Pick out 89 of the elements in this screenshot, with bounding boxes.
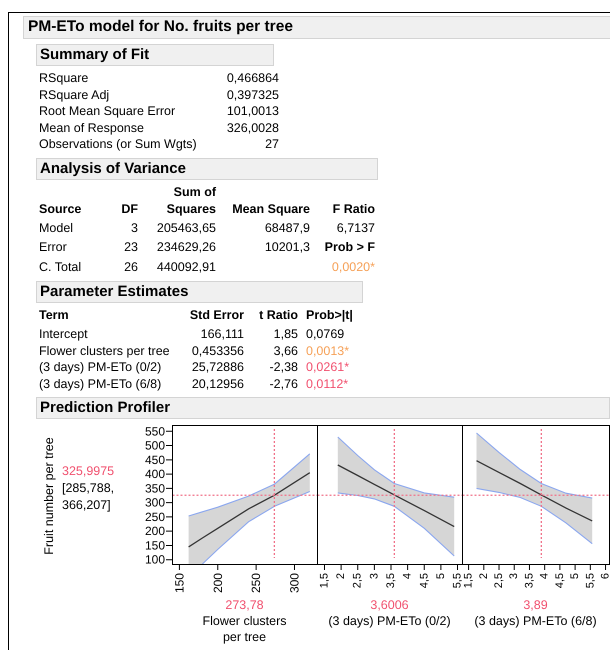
axis-tick-label: 4,5 bbox=[418, 573, 430, 589]
table-cell-text: 20,12956 bbox=[190, 376, 244, 392]
axis-tick-label: 100 bbox=[144, 553, 165, 568]
stat-value: 27 bbox=[264, 136, 279, 153]
table-cell-text: 10201,3 bbox=[264, 239, 310, 256]
p-value: 0,0013* bbox=[305, 342, 350, 360]
axis-tick-label: 200 bbox=[210, 573, 225, 594]
response-label: Fruit number per tree bbox=[42, 438, 56, 556]
table-cell-text: 3 bbox=[130, 220, 138, 237]
table-cell-text: 25,72886 bbox=[190, 359, 244, 376]
axis-tick-label: 5 bbox=[434, 573, 447, 580]
term-label: Intercept bbox=[39, 326, 89, 343]
column-header: Prob > F bbox=[324, 239, 375, 256]
p-value: 0,0769 bbox=[305, 326, 346, 343]
axis-tick-label: 4 bbox=[538, 573, 551, 580]
column-header: Std Error bbox=[189, 307, 244, 324]
axis-tick-label: 5 bbox=[569, 573, 582, 580]
axis-tick-label: 300 bbox=[287, 573, 302, 594]
column-header: Sum of Squares bbox=[138, 184, 216, 218]
stat-label: RSquare bbox=[39, 70, 90, 87]
table-cell-text: 6,7137 bbox=[336, 220, 375, 237]
axis-tick-label: 4 bbox=[402, 573, 414, 580]
axis-tick-label: 150 bbox=[172, 573, 186, 594]
table-cell-text: C. Total bbox=[39, 258, 82, 276]
table-cell-text: 26 bbox=[123, 258, 138, 276]
term-label: Flower clusters per tree bbox=[39, 342, 171, 360]
column-header: t Ratio bbox=[244, 307, 298, 326]
response-value: 325,9975 bbox=[62, 463, 114, 480]
table-cell-text: 234629,26 bbox=[156, 239, 216, 256]
axis-tick-label: 550 bbox=[144, 424, 165, 439]
stat-value: 326,0028 bbox=[226, 120, 279, 136]
table-cell-text: -2,76 bbox=[268, 376, 298, 392]
axis-tick-label: 3,5 bbox=[385, 573, 397, 589]
axis-tick-label: 1,5 bbox=[318, 573, 330, 589]
axis-tick-label: 400 bbox=[144, 468, 165, 482]
axis-tick-label: 300 bbox=[144, 496, 165, 510]
confidence-interval: [285,788, bbox=[62, 480, 114, 498]
axis-tick-label: 2,5 bbox=[493, 573, 506, 589]
table-cell-text: Error bbox=[39, 239, 68, 256]
p-value: 0,0020* bbox=[330, 258, 375, 276]
stat-value: 0,466864 bbox=[226, 70, 279, 87]
column-header: Prob>|t| bbox=[305, 307, 354, 324]
axis-tick-label: 150 bbox=[144, 538, 165, 553]
stat-value: 101,0013 bbox=[226, 103, 279, 120]
table-cell-text: -2,38 bbox=[268, 359, 298, 376]
p-value: 0,0261* bbox=[305, 359, 350, 376]
stat-label: RSquare Adj bbox=[39, 86, 110, 104]
axis-tick-label: 5,5 bbox=[584, 573, 596, 589]
factor-label: (3 days) PM-ETo (0/2) bbox=[327, 613, 452, 630]
column-header: F Ratio bbox=[332, 200, 375, 218]
column-header: Source bbox=[39, 200, 82, 218]
axis-tick-label: 350 bbox=[144, 482, 165, 496]
table-cell-text: 3,66 bbox=[272, 342, 298, 360]
axis-tick-label: 500 bbox=[144, 439, 165, 453]
axis-tick-label: 2,5 bbox=[352, 573, 364, 589]
axis-tick-label: 200 bbox=[144, 524, 165, 539]
axis-tick-label: 3 bbox=[508, 573, 520, 580]
axis-tick-label: 450 bbox=[144, 453, 165, 468]
axis-tick-label: 5,5 bbox=[452, 573, 464, 589]
table-cell-text: 0,453356 bbox=[190, 342, 244, 360]
axis-tick-label: 2 bbox=[335, 573, 348, 580]
axis-tick-label: 3 bbox=[368, 573, 380, 580]
axis-tick-label: 6 bbox=[600, 573, 610, 580]
term-label: (3 days) PM-ETo (0/2) bbox=[39, 359, 162, 376]
factor-label: Flower clusters per tree bbox=[201, 613, 288, 646]
stat-label: Observations (or Sum Wgts) bbox=[39, 136, 198, 153]
table-cell-text: 205463,65 bbox=[156, 220, 216, 237]
column-header: Term bbox=[39, 307, 70, 324]
axis-tick-label: 250 bbox=[249, 573, 264, 594]
table-cell-text: Model bbox=[39, 220, 74, 237]
table-cell-text: 68487,9 bbox=[264, 220, 310, 237]
column-header: DF bbox=[120, 200, 138, 218]
factor-label: (3 days) PM-ETo (6/8) bbox=[473, 613, 598, 630]
p-value: 0,0112* bbox=[305, 376, 350, 392]
axis-tick-label: 2 bbox=[478, 573, 490, 580]
table-cell-text: 1,85 bbox=[272, 326, 298, 343]
table-cell-text: 23 bbox=[123, 239, 138, 256]
stat-value: 0,397325 bbox=[226, 86, 279, 104]
table-cell-text: 166,111 bbox=[200, 326, 244, 343]
axis-tick-label: 3,5 bbox=[523, 573, 536, 589]
axis-tick-label: 4,5 bbox=[554, 573, 566, 589]
axis-tick-label: 250 bbox=[144, 510, 165, 524]
table-cell-text: 440092,91 bbox=[156, 258, 216, 276]
confidence-interval: 366,207] bbox=[62, 497, 112, 514]
term-label: (3 days) PM-ETo (6/8) bbox=[39, 376, 162, 392]
axis-tick-label: 1,5 bbox=[462, 573, 475, 589]
stat-label: Mean of Response bbox=[39, 120, 145, 136]
stat-label: Root Mean Square Error bbox=[39, 103, 176, 120]
column-header: Mean Square bbox=[216, 184, 310, 218]
